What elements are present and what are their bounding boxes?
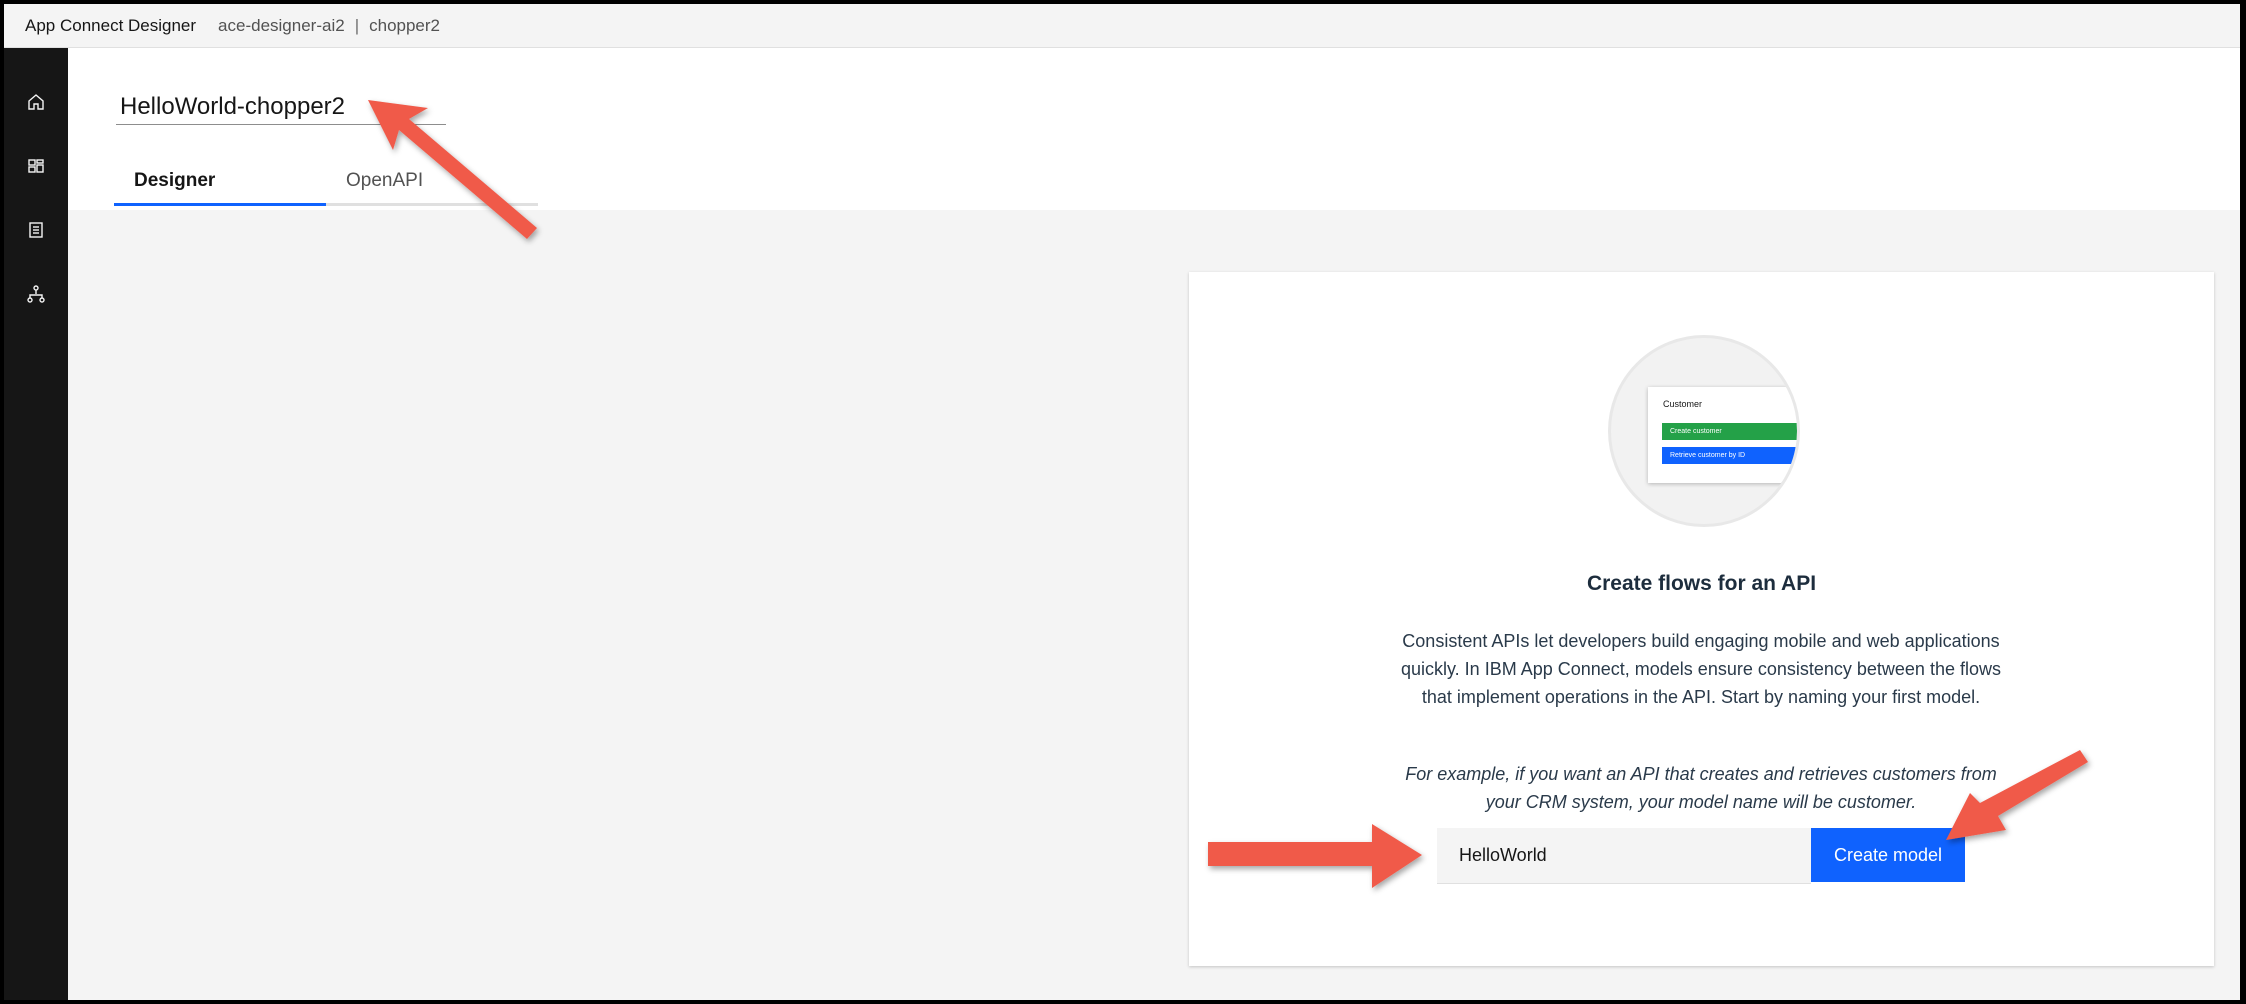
breadcrumb-separator: | bbox=[354, 15, 360, 35]
app-name[interactable]: App Connect Designer bbox=[25, 16, 196, 36]
card-description: Consistent APIs let developers build eng… bbox=[1401, 631, 2001, 707]
illustration-retrieve-button: Retrieve customer by ID bbox=[1662, 447, 1797, 464]
hierarchy-icon bbox=[27, 285, 45, 303]
flow-title-input[interactable]: HelloWorld-chopper2 bbox=[116, 92, 446, 125]
api-illustration: Customer Create customer Retrieve custom… bbox=[1608, 335, 1800, 527]
flow-header: HelloWorld-chopper2 Designer OpenAPI bbox=[68, 48, 2240, 210]
illustration-title: Customer bbox=[1663, 399, 1703, 409]
tab-openapi[interactable]: OpenAPI bbox=[326, 166, 538, 206]
breadcrumb: ace-designer-ai2 | chopper2 bbox=[218, 16, 440, 36]
user-name: chopper2 bbox=[369, 15, 440, 35]
model-name-input[interactable] bbox=[1437, 828, 1811, 884]
nav-item-catalog[interactable] bbox=[20, 214, 52, 246]
top-bar: App Connect Designer ace-designer-ai2 | … bbox=[4, 4, 2240, 48]
side-nav bbox=[4, 48, 68, 1000]
create-model-button[interactable]: Create model bbox=[1811, 828, 1965, 882]
illustration-create-button: Create customer bbox=[1662, 423, 1797, 440]
illustration-card: Customer Create customer Retrieve custom… bbox=[1648, 387, 1797, 483]
tab-designer[interactable]: Designer bbox=[114, 166, 326, 206]
card-example: For example, if you want an API that cre… bbox=[1405, 764, 1997, 812]
create-model-card: Customer Create customer Retrieve custom… bbox=[1189, 272, 2214, 966]
nav-item-hierarchy[interactable] bbox=[20, 278, 52, 310]
app-window: App Connect Designer ace-designer-ai2 | … bbox=[4, 4, 2240, 1000]
card-heading: Create flows for an API bbox=[1586, 572, 1817, 595]
tab-bar: Designer OpenAPI bbox=[114, 166, 538, 206]
dashboard-icon bbox=[28, 159, 44, 173]
home-icon bbox=[28, 94, 44, 110]
nav-item-home[interactable] bbox=[20, 86, 52, 118]
instance-name: ace-designer-ai2 bbox=[218, 15, 345, 35]
catalog-icon bbox=[29, 222, 43, 238]
nav-item-dashboard[interactable] bbox=[20, 150, 52, 182]
